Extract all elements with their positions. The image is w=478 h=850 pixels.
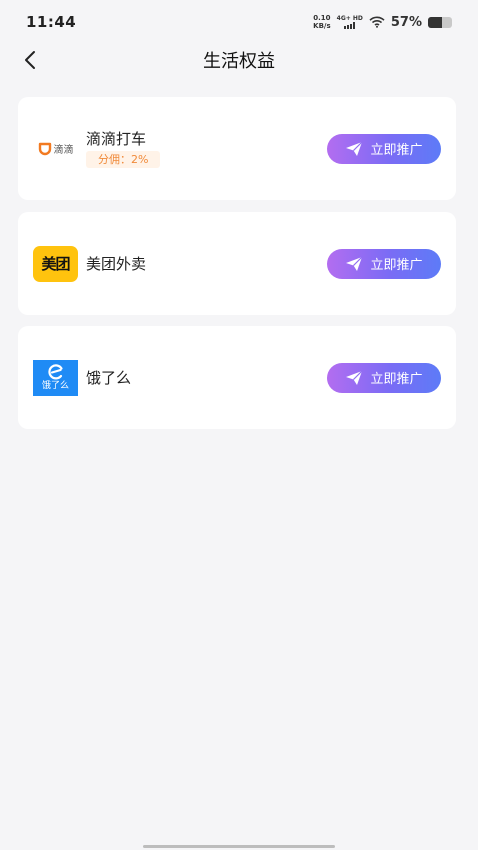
item-name: 滴滴打车 <box>86 130 147 148</box>
promote-button-didi[interactable]: 立即推广 <box>327 133 441 164</box>
eleme-logo: 饿了么 <box>33 359 78 396</box>
list-item-eleme: 饿了么 饿了么 立即推广 <box>18 326 456 429</box>
commission-badge: 分佣：2% <box>86 151 161 168</box>
battery-icon <box>428 16 452 28</box>
net-speed-indicator: 0.10 KB/s <box>313 14 330 30</box>
didi-logo: 滴滴 <box>33 131 78 167</box>
promote-button-eleme[interactable]: 立即推广 <box>327 362 441 393</box>
eleme-logo-badge: 饿了么 <box>33 359 78 396</box>
battery-percent: 57% <box>390 14 422 30</box>
home-indicator[interactable] <box>143 845 335 848</box>
promote-button-label: 立即推广 <box>370 258 423 273</box>
chevron-left-icon <box>25 51 35 69</box>
cellular-signal-icon: 4G+ HD <box>337 15 363 29</box>
paper-plane-icon <box>346 141 363 156</box>
status-indicators: 0.10 KB/s 4G+ HD 57% <box>313 14 452 30</box>
item-info: 美团外卖 <box>86 254 327 274</box>
wifi-icon <box>369 16 385 28</box>
paper-plane-icon <box>346 256 363 271</box>
list-item-meituan: 美团 美团外卖 立即推广 <box>18 212 456 315</box>
item-info: 滴滴打车 分佣：2% <box>86 129 327 168</box>
item-name: 饿了么 <box>86 368 132 387</box>
eleme-logo-text: 饿了么 <box>41 381 69 391</box>
promote-button-meituan[interactable]: 立即推广 <box>327 248 441 279</box>
signal-label: 4G+ HD <box>336 15 363 22</box>
promote-button-label: 立即推广 <box>370 143 423 158</box>
status-bar: 11:44 0.10 KB/s 4G+ HD 57% <box>0 0 478 44</box>
paper-plane-icon <box>346 370 363 385</box>
nav-bar: 生活权益 <box>0 40 478 80</box>
item-name: 美团外卖 <box>86 254 147 273</box>
meituan-logo: 美团 <box>33 245 78 282</box>
eleme-e-icon <box>47 364 63 380</box>
net-speed-unit: KB/s <box>313 22 331 30</box>
promote-button-label: 立即推广 <box>370 372 423 387</box>
item-info: 饿了么 <box>86 368 327 388</box>
net-speed-value: 0.10 <box>313 14 331 22</box>
didi-d-icon <box>38 142 51 155</box>
meituan-logo-badge: 美团 <box>33 245 78 282</box>
list-item-didi: 滴滴 滴滴打车 分佣：2% 立即推广 <box>18 97 456 200</box>
didi-logo-text: 滴滴 <box>53 145 74 156</box>
back-button[interactable] <box>16 46 44 74</box>
page-title: 生活权益 <box>203 51 275 72</box>
status-time: 11:44 <box>26 13 77 31</box>
